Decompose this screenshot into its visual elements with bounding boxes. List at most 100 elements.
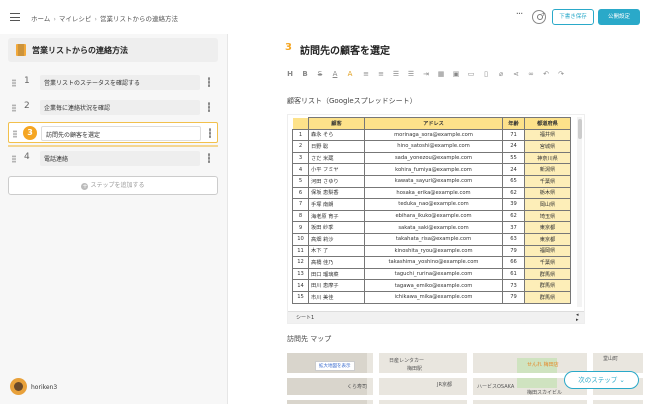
scrollbar[interactable] [577,117,582,307]
step-menu-icon[interactable] [209,128,211,138]
column-header: 都道府県 [524,117,571,130]
attachment-icon[interactable]: ⌀ [496,68,506,80]
customer-name-cell: 市川 美佳 [308,290,365,304]
customer-name-cell: さだ 米蔵 [308,151,365,165]
map-label: せんれ 梅田店 [527,362,559,368]
bullet-list-icon[interactable]: ☰ [391,68,401,80]
enlarge-map-link[interactable]: 拡大地図を表示 [315,361,355,371]
image-icon[interactable]: ▣ [451,68,461,80]
file-icon[interactable]: ▯ [481,68,491,80]
customer-name-cell: 手塚 南朗 [308,198,365,211]
email-cell: kinoshita_ryou@example.com [364,244,503,258]
table-row: 2 日野 聡 hino_satoshi@example.com 24 宮城県 [292,140,571,153]
table-header-row: 顧客 アドレス 年齢 都道府県 [292,117,571,130]
table-icon[interactable]: ▦ [436,68,446,80]
step-heading[interactable]: 訪問先の顧客を選定 [300,42,390,57]
recipe-title-text: 営業リストからの連絡方法 [32,46,128,55]
next-step-button[interactable]: 次のステップ ⌄ [564,371,639,389]
table-row: 14 田川 恵摩子 tagawa_emiko@example.com 73 群馬県 [292,279,571,292]
column-header: アドレス [364,117,503,130]
indent-icon[interactable]: ⇥ [421,68,431,80]
email-cell: ichikawa_mika@example.com [364,290,503,304]
step-menu-icon[interactable] [208,77,210,87]
drag-handle-icon[interactable] [12,155,16,163]
text-color-icon[interactable]: A [330,68,340,80]
prefecture-cell: 岡山県 [524,198,571,211]
age-cell: 37 [502,221,525,234]
breadcrumb-home[interactable]: ホーム [31,15,50,23]
align-center-icon[interactable]: ≡ [376,68,386,80]
step-label[interactable]: 企業毎に連絡状況を確認 [40,100,200,115]
spreadsheet-embed[interactable]: 顧客 アドレス 年齢 都道府県 1 森永 そら morinaga_sora@exam… [287,114,585,324]
step-number: 2 [24,101,30,111]
add-user-icon[interactable] [532,10,546,24]
email-cell: kohira_fumiya@example.com [364,163,503,176]
redo-icon[interactable]: ↷ [556,68,566,80]
email-cell: hosaka_erika@example.com [364,186,503,200]
drag-handle-icon[interactable] [13,130,17,138]
email-cell: kawata_sayuri@example.com [364,174,503,188]
numbered-list-icon[interactable]: ☰ [406,68,416,80]
highlight-icon[interactable]: A [345,68,355,80]
active-step-indicator [8,145,218,147]
age-cell: 73 [502,279,525,292]
age-cell: 39 [502,198,525,211]
share-icon[interactable]: ⋖ [511,68,521,80]
heading-icon[interactable]: H [285,68,295,80]
scroll-arrows-icon[interactable]: ◂ ▸ [576,313,579,323]
sheet-tab[interactable]: シート1 [296,314,314,321]
step-label[interactable]: 電話連絡 [40,151,200,166]
strikethrough-icon[interactable]: S [315,68,325,80]
customer-name-cell: 日野 聡 [308,140,365,153]
column-header: 顧客 [308,117,365,130]
recipe-title[interactable]: 営業リストからの連絡方法 [8,38,218,62]
menu-icon[interactable] [10,13,20,21]
table-row: 4 小平 フミヤ kohira_fumiya@example.com 24 新潟県 [292,163,571,176]
undo-icon[interactable]: ↶ [541,68,551,80]
step-item-1[interactable]: 1 営業リストのステータスを確認する [8,72,218,93]
age-cell: 61 [502,267,525,281]
table-row: 12 高橋 佳乃 takashima_yoshino@example.com 66 千葉… [292,256,571,269]
step-item-2[interactable]: 2 企業毎に連絡状況を確認 [8,97,218,118]
table-row: 5 河田 さゆり kawata_sayuri@example.com 65 千葉県 [292,174,571,188]
drag-handle-icon[interactable] [12,79,16,87]
drag-handle-icon[interactable] [12,104,16,112]
email-cell: takahata_risa@example.com [364,232,503,246]
customer-name-cell: 小平 フミヤ [308,163,365,176]
map-label: 堂山町 [603,356,619,362]
avatar[interactable] [10,378,27,395]
step-item-3[interactable]: 3 訪問先の顧客を選定 [8,122,218,143]
editor: 3 訪問先の顧客を選定 H B S A A ≡ ≡ ☰ ☰ ⇥ ▦ ▣ ▭ ▯ … [229,34,650,404]
email-cell: teduka_nao@example.com [364,198,503,211]
table-row: 9 坂田 紗季 sakata_saki@example.com 37 東京都 [292,221,571,234]
column-header: 年齢 [502,117,525,130]
customer-name-cell: 海老原 育子 [308,209,365,223]
align-left-icon[interactable]: ≡ [361,68,371,80]
add-step-button[interactable]: + ステップを追加する [8,176,218,195]
link-icon[interactable]: ∞ [526,68,536,80]
step-menu-icon[interactable] [208,153,210,163]
row-number-cell: 3 [292,151,309,165]
age-cell: 79 [502,244,525,258]
prefecture-cell: 群馬県 [524,290,571,304]
breadcrumb-my-recipes[interactable]: マイレシピ [59,15,92,23]
step-label[interactable]: 訪問先の顧客を選定 [41,126,201,141]
publish-settings-button[interactable]: 公開設定 [598,9,640,25]
sheet-tab-bar: シート1 ◂ ▸ [288,311,584,323]
section-heading-customer-list: 顧客リスト（Googleスプレッドシート） [287,97,417,105]
row-number-cell: 10 [292,232,309,246]
top-bar: ホーム›マイレシピ›営業リストからの連絡方法 ··· 下書き保存 公開設定 [0,0,650,34]
step-menu-icon[interactable] [208,102,210,112]
row-number-cell: 7 [292,198,309,211]
bold-icon[interactable]: B [300,68,310,80]
row-number-cell: 5 [292,174,309,188]
more-options-icon[interactable]: ··· [512,10,526,24]
email-cell: sada_yonezou@example.com [364,151,503,165]
step-item-4[interactable]: 4 電話連絡 [8,148,218,169]
age-cell: 71 [502,128,525,142]
save-draft-button[interactable]: 下書き保存 [552,9,594,25]
step-number: 4 [24,152,30,162]
book-icon [16,44,26,56]
step-label[interactable]: 営業リストのステータスを確認する [40,75,200,90]
video-icon[interactable]: ▭ [466,68,476,80]
